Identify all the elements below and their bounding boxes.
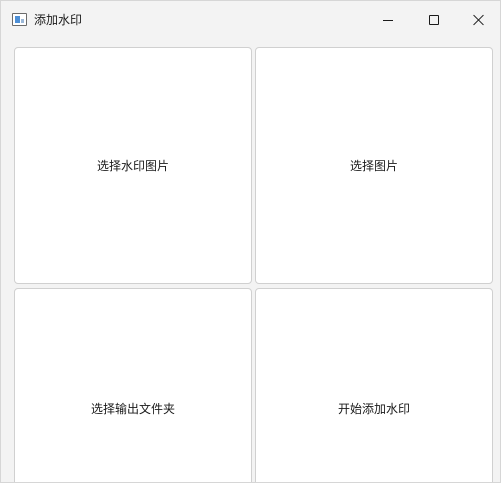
maximize-button[interactable]	[411, 1, 457, 39]
start-watermark-label: 开始添加水印	[337, 401, 410, 416]
minimize-icon	[383, 19, 393, 21]
close-icon	[473, 14, 485, 26]
app-window: 添加水印 选择水印图片 选择图片 选择输出文件夹 开始添加水印	[0, 0, 501, 483]
select-watermark-image-label: 选择水印图片	[96, 159, 169, 173]
app-window-icon	[12, 13, 27, 26]
minimize-button[interactable]	[365, 1, 411, 39]
maximize-icon	[429, 15, 439, 25]
window-title: 添加水印	[34, 13, 83, 27]
select-output-folder-label: 选择输出文件夹	[90, 401, 175, 416]
select-output-folder-button[interactable]: 选择输出文件夹	[14, 288, 252, 482]
select-image-button[interactable]: 选择图片	[255, 47, 493, 284]
title-bar[interactable]: 添加水印	[1, 1, 500, 39]
close-button[interactable]	[456, 1, 500, 39]
select-image-label: 选择图片	[349, 159, 398, 173]
select-watermark-image-button[interactable]: 选择水印图片	[14, 47, 252, 284]
start-watermark-button[interactable]: 开始添加水印	[255, 288, 493, 482]
